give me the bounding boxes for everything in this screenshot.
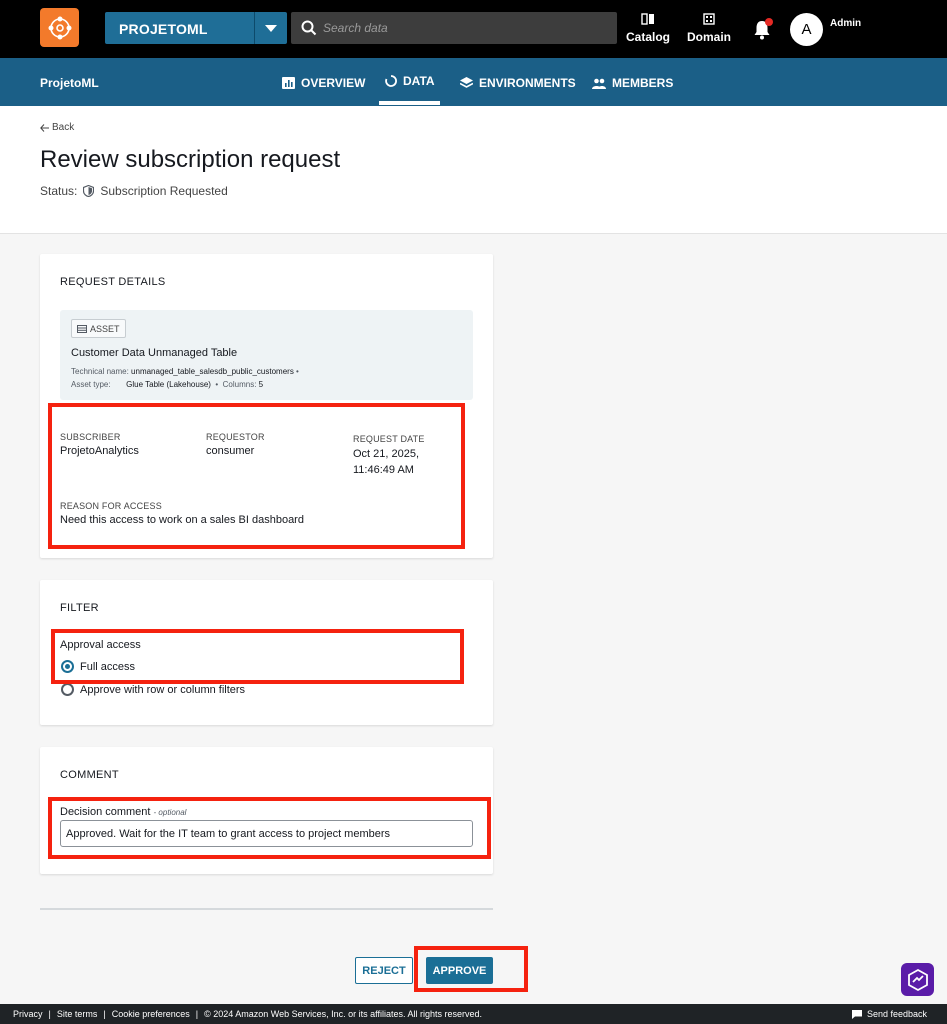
network-logo-icon — [48, 16, 71, 39]
tab-overview-label: OVERVIEW — [301, 76, 366, 90]
send-feedback-button[interactable]: Send feedback — [851, 1009, 927, 1019]
comment-heading: COMMENT — [60, 769, 119, 781]
assistant-widget[interactable] — [901, 963, 934, 996]
asset-type-value: Glue Table (Lakehouse) — [126, 380, 211, 389]
app-logo[interactable] — [40, 8, 79, 47]
domain-label: Domain — [687, 30, 732, 44]
book-icon — [641, 13, 654, 25]
project-selector[interactable]: PROJETOML — [105, 12, 287, 44]
search-input[interactable] — [323, 18, 603, 38]
assistant-icon — [907, 968, 928, 991]
user-name-label[interactable]: Admin — [830, 18, 861, 29]
highlight-decision-comment — [48, 797, 491, 859]
people-icon — [592, 78, 606, 89]
highlight-approval-access — [51, 629, 464, 684]
status-value: Subscription Requested — [100, 184, 228, 198]
back-link[interactable]: Back — [40, 122, 74, 133]
notification-badge — [765, 18, 773, 26]
filter-heading: FILTER — [60, 602, 99, 614]
footer-separator: | — [103, 1009, 106, 1019]
catalog-button[interactable]: Catalog — [626, 12, 670, 44]
footer-separator: | — [195, 1009, 199, 1019]
footer-privacy-link[interactable]: Privacy — [13, 1009, 43, 1019]
tab-overview[interactable]: OVERVIEW — [282, 76, 365, 90]
asset-badge: ASSET — [71, 319, 126, 338]
send-feedback-label: Send feedback — [866, 1009, 927, 1019]
page-header: Back Review subscription request Status:… — [0, 106, 947, 234]
active-tab-indicator — [379, 101, 440, 105]
footer-copyright: © 2024 Amazon Web Services, Inc. or its … — [204, 1009, 483, 1019]
chevron-down-icon — [265, 24, 277, 32]
page-title: Review subscription request — [40, 146, 341, 173]
building-icon — [703, 13, 715, 25]
tab-data-label: DATA — [403, 74, 435, 88]
project-dropdown-button[interactable] — [254, 12, 287, 44]
back-link-label: Back — [52, 122, 75, 133]
search-box[interactable] — [291, 12, 617, 44]
tab-members-label: MEMBERS — [612, 76, 674, 90]
radio-filtered-access[interactable]: Approve with row or column filters — [61, 683, 245, 696]
asset-name[interactable]: Customer Data Unmanaged Table — [71, 347, 237, 359]
asset-summary: ASSET Customer Data Unmanaged Table Tech… — [60, 310, 473, 400]
tab-environments[interactable]: ENVIRONMENTS — [460, 76, 576, 90]
asset-badge-label: ASSET — [90, 323, 120, 334]
layers-icon — [460, 77, 473, 88]
columns-count: 5 — [258, 380, 264, 389]
footer-site-terms-link[interactable]: Site terms — [57, 1009, 98, 1019]
arrow-left-icon — [40, 123, 49, 132]
user-avatar[interactable]: A — [790, 13, 823, 46]
highlight-request-info — [48, 403, 465, 549]
table-icon — [77, 324, 87, 333]
circle-icon — [385, 75, 397, 87]
status-label: Status: — [40, 184, 78, 198]
project-nav-title[interactable]: ProjetoML — [40, 76, 99, 90]
footer-separator: | — [48, 1009, 51, 1019]
tab-environments-label: ENVIRONMENTS — [479, 76, 576, 90]
request-details-heading: REQUEST DETAILS — [60, 276, 166, 288]
domain-button[interactable]: Domain — [687, 12, 731, 44]
highlight-approve-button — [414, 946, 528, 992]
status-row: Status: Subscription Requested — [40, 184, 228, 198]
tab-data[interactable]: DATA — [385, 74, 435, 88]
asset-technical-name-row: Technical name: unmanaged_table_salesdb_… — [71, 367, 299, 376]
chart-icon — [282, 77, 295, 89]
catalog-label: Catalog — [626, 30, 671, 44]
asset-type-label: Asset type: — [71, 380, 111, 389]
radio-filtered-access-label: Approve with row or column filters — [80, 683, 246, 696]
shield-icon — [83, 185, 95, 197]
feedback-icon — [851, 1009, 862, 1019]
project-selector-label: PROJETOML — [119, 21, 208, 37]
columns-label: Columns: — [222, 380, 257, 389]
tab-members[interactable]: MEMBERS — [592, 76, 673, 90]
top-bar: PROJETOML Catalog Domain A Admin — [0, 0, 947, 58]
asset-type-row: Asset type: Glue Table (Lakehouse) • Col… — [71, 380, 264, 389]
section-divider — [40, 908, 493, 910]
search-icon — [301, 20, 317, 36]
radio-filtered-access-control[interactable] — [61, 683, 74, 696]
footer-cookie-preferences-link[interactable]: Cookie preferences — [112, 1009, 190, 1019]
project-nav-bar: ProjetoML OVERVIEW DATA ENVIRONMENTS MEM… — [0, 58, 947, 106]
technical-name-value: unmanaged_table_salesdb_public_customers — [131, 367, 294, 376]
technical-name-label: Technical name: — [71, 367, 129, 376]
reject-button[interactable]: REJECT — [355, 957, 413, 984]
footer: Privacy | Site terms | Cookie preference… — [0, 1004, 947, 1024]
